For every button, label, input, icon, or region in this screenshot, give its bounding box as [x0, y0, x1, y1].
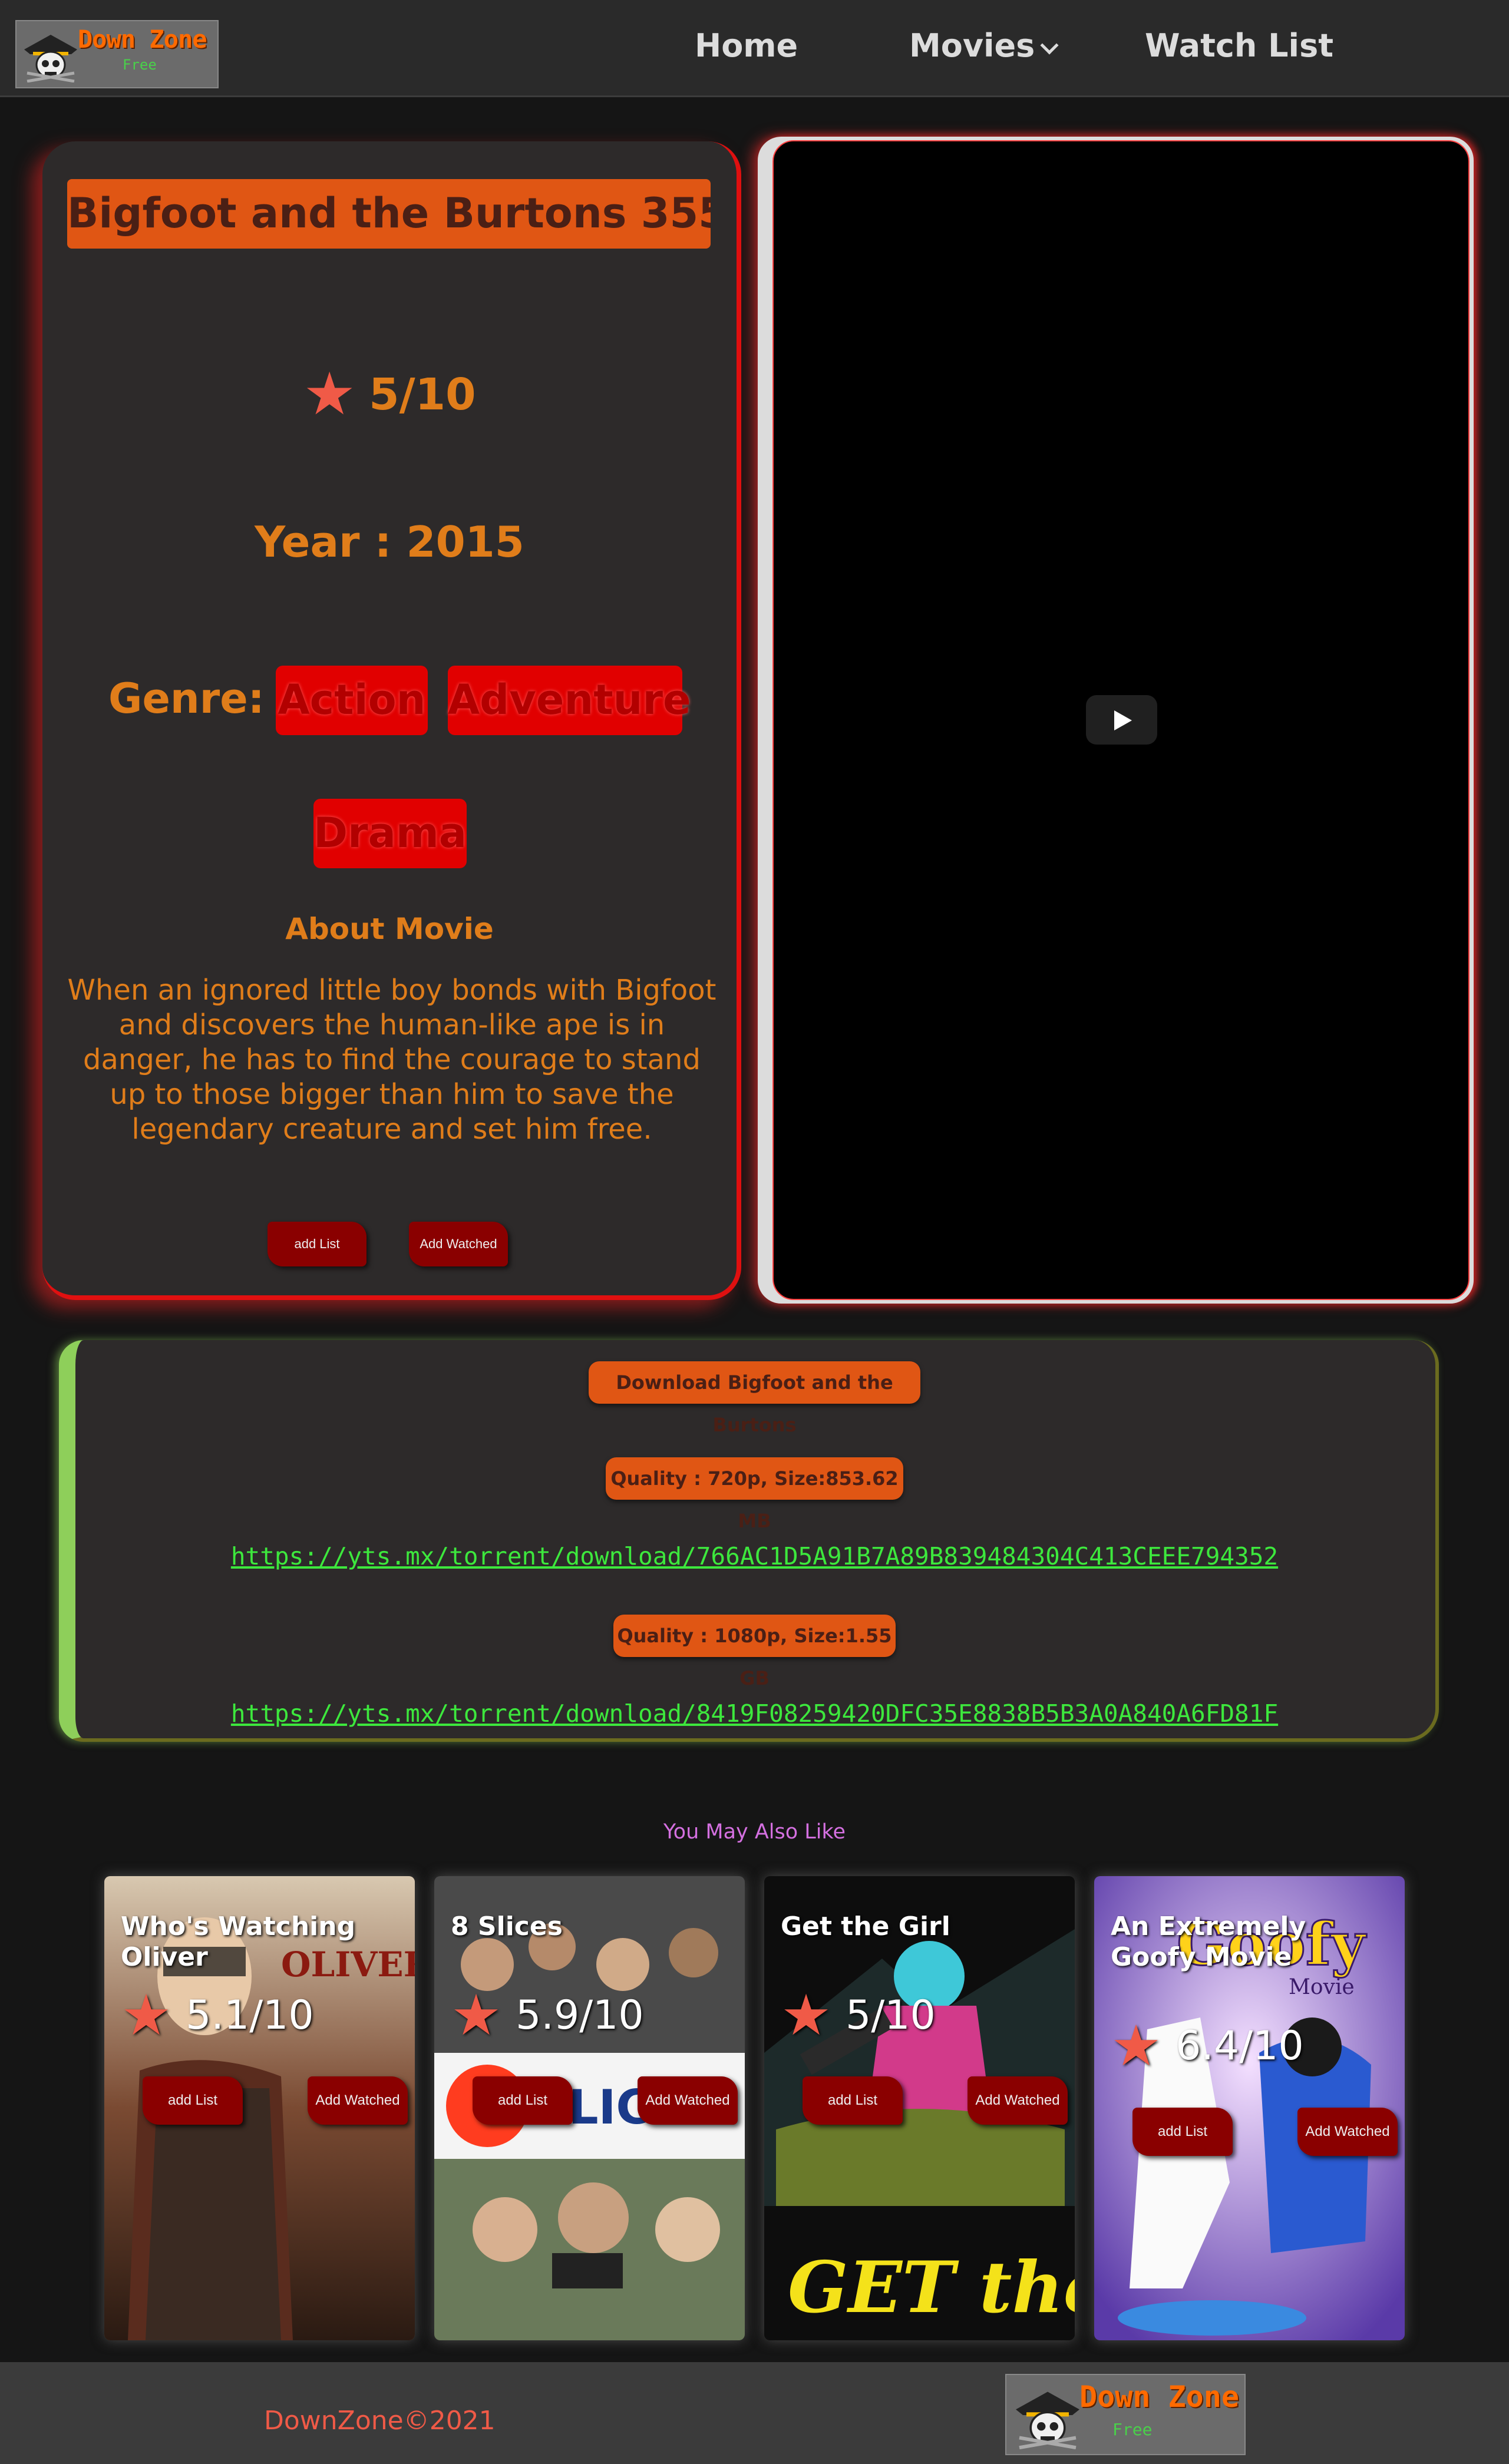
skull-pirate-icon	[1016, 2392, 1079, 2449]
add-list-button[interactable]: add List	[143, 2076, 243, 2125]
logo-title: Down Zone	[78, 25, 207, 54]
movie-rating: ★ 5/10	[42, 359, 737, 428]
brand-logo[interactable]: Down Zone Free	[15, 20, 219, 88]
nav-movies-label: Movies	[909, 27, 1035, 64]
genre-label: Genre:	[108, 674, 265, 723]
skull-pirate-icon	[24, 35, 77, 82]
recommendation-rating: ★ 5/10	[781, 1982, 936, 2048]
download-heading: Download Bigfoot and the Burtons	[589, 1361, 920, 1436]
nav-movies-dropdown[interactable]: Movies	[909, 27, 1059, 64]
add-list-button[interactable]: add List	[473, 2076, 573, 2125]
add-watched-button[interactable]: Add Watched	[409, 1222, 508, 1266]
movie-synopsis: When an ignored little boy bonds with Bi…	[67, 974, 716, 1146]
star-icon: ★	[121, 1982, 172, 2048]
genre-chip-drama[interactable]: Drama	[313, 799, 467, 868]
recommendation-rating: ★ 5.9/10	[451, 1982, 644, 2048]
genre-chip-adventure[interactable]: Adventure	[448, 666, 691, 735]
recommendation-title: An Extremely Goofy Movie	[1111, 1911, 1306, 1972]
footer-copyright: DownZone©2021	[264, 2406, 496, 2436]
logo-subtitle: Free	[1112, 2420, 1153, 2439]
recommendation-rating-value: 5.1/10	[186, 1992, 314, 2039]
download-link-720p[interactable]: https://yts.mx/torrent/download/766AC1D5…	[0, 1542, 1509, 1570]
star-icon: ★	[1111, 2013, 1162, 2079]
star-icon: ★	[781, 1982, 832, 2048]
star-icon: ★	[451, 1982, 502, 2048]
recommendation-card[interactable]: Goofy Movie An Extremely Goofy Movie ★ 6.…	[1094, 1876, 1405, 2340]
recommendation-card[interactable]: GET the GIRL Get the Girl ★ 5/10 add List…	[764, 1876, 1075, 2340]
recommendation-title: 8 Slices	[451, 1911, 563, 1942]
logo-subtitle: Free	[123, 57, 157, 73]
recommendation-rating-value: 6.4/10	[1175, 2023, 1304, 2069]
genre-chip-action[interactable]: Action	[276, 666, 428, 735]
add-watched-button[interactable]: Add Watched	[1297, 2108, 1398, 2156]
chevron-down-icon	[1040, 36, 1059, 55]
add-list-button[interactable]: add List	[1132, 2108, 1233, 2156]
play-icon[interactable]	[1086, 695, 1157, 745]
nav-home[interactable]: Home	[695, 27, 798, 64]
nav-watch-list[interactable]: Watch List	[1145, 27, 1333, 64]
movie-info-card: Bigfoot and the Burtons 35558 ★ 5/10 Year…	[42, 141, 741, 1300]
footer-logo[interactable]: Down Zone Free	[1005, 2374, 1246, 2455]
quality-badge-720p: Quality : 720p, Size:853.62 MB	[606, 1457, 903, 1532]
add-list-button[interactable]: add List	[803, 2076, 903, 2125]
recommendations-heading: You May Also Like	[663, 1820, 846, 1844]
svg-text:Movie: Movie	[1289, 1975, 1355, 1999]
logo-title: Down Zone	[1079, 2380, 1239, 2414]
movie-rating-value: 5/10	[369, 369, 476, 420]
add-watched-button[interactable]: Add Watched	[308, 2076, 408, 2125]
recommendation-title: Get the Girl	[781, 1911, 950, 1942]
navbar: Down Zone Free Home Movies Watch List	[0, 0, 1509, 97]
about-movie-heading: About Movie	[285, 912, 494, 946]
recommendation-rating: ★ 6.4/10	[1111, 2013, 1304, 2079]
recommendation-card[interactable]: SLICES 8 Slices ★ 5.9/10 add List Add Wat…	[434, 1876, 745, 2340]
movie-title: Bigfoot and the Burtons 35558	[67, 179, 711, 249]
recommendation-rating-value: 5/10	[846, 1992, 936, 2039]
recommendation-rating-value: 5.9/10	[516, 1992, 644, 2039]
footer: DownZone©2021 Down Zone Free	[0, 2362, 1509, 2464]
add-list-button[interactable]: add List	[268, 1222, 366, 1266]
svg-text:GET the GIRL: GET the GIRL	[788, 2246, 1075, 2329]
movie-year: Year : 2015	[255, 517, 524, 567]
star-icon: ★	[303, 359, 356, 428]
recommendation-card[interactable]: OLIVER Who's Watching Oliver ★5.1/10 add…	[104, 1876, 415, 2340]
recommendation-title: Who's Watching Oliver	[121, 1911, 356, 1972]
add-watched-button[interactable]: Add Watched	[638, 2076, 738, 2125]
recommendation-rating: ★ 5.1/10	[121, 1982, 314, 2048]
quality-badge-1080p: Quality : 1080p, Size:1.55 GB	[613, 1615, 896, 1689]
add-watched-button[interactable]: Add Watched	[968, 2076, 1068, 2125]
download-link-1080p[interactable]: https://yts.mx/torrent/download/8419F082…	[0, 1699, 1509, 1728]
